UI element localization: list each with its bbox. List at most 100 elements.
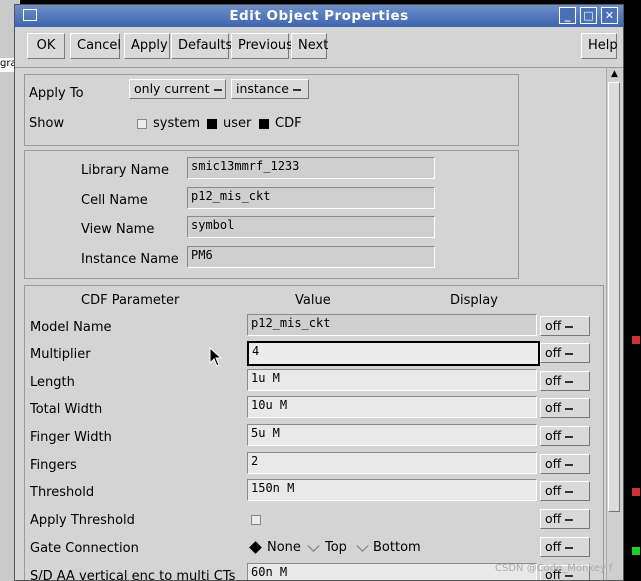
total-width-label: Total Width: [30, 402, 103, 417]
multiplier-display-dropdown[interactable]: off: [540, 343, 590, 363]
form-content: Apply To only current instance Show syst…: [15, 67, 623, 581]
library-name-label: Library Name: [81, 163, 169, 178]
schematic-pin-marker: [632, 488, 640, 496]
identity-group: Library Name smic13mmrf_1233 Cell Name p…: [24, 150, 519, 279]
model-name-display-dropdown[interactable]: off: [540, 316, 590, 336]
cancel-button[interactable]: Cancel: [70, 33, 121, 59]
apply-threshold-display-dropdown[interactable]: off: [540, 509, 590, 529]
fingers-label: Fingers: [30, 458, 77, 473]
gate-connection-label: Gate Connection: [30, 541, 139, 556]
dropdown-indicator-icon: [565, 518, 574, 521]
display-value: off: [545, 345, 562, 360]
fingers-display-dropdown[interactable]: off: [540, 454, 590, 474]
show-cdf-checkbox[interactable]: [259, 119, 269, 129]
minimize-button[interactable]: _: [559, 7, 576, 24]
cdf-parameter-header: CDF Parameter: [81, 293, 180, 308]
multiplier-field[interactable]: 4: [247, 341, 540, 366]
display-value: off: [545, 483, 562, 498]
finger-width-field[interactable]: 5u M: [247, 424, 537, 446]
edit-object-properties-dialog: Edit Object Properties _ □ ✕ OK Cancel A…: [14, 4, 624, 581]
previous-button[interactable]: Previous: [231, 33, 293, 59]
dropdown-indicator-icon: [565, 325, 574, 328]
dropdown-indicator-icon: [565, 546, 574, 549]
sd-aa-vertical-enc-label: S/D AA vertical enc to multi CTs: [30, 569, 236, 581]
gate-bottom-label: Bottom: [373, 540, 421, 555]
apply-target-value: instance: [236, 81, 289, 96]
total-width-display-dropdown[interactable]: off: [540, 398, 590, 418]
dropdown-indicator-icon: [565, 574, 574, 577]
dropdown-indicator-icon: [565, 463, 574, 466]
instance-name-label: Instance Name: [81, 252, 179, 267]
sd-aa-vertical-enc-field[interactable]: 60n M: [247, 563, 537, 580]
dropdown-indicator-icon: [565, 352, 574, 355]
mouse-pointer-icon: [209, 347, 223, 367]
gate-connection-display-dropdown[interactable]: off: [540, 537, 590, 557]
dropdown-indicator-icon: [213, 88, 222, 91]
show-user-checkbox[interactable]: [207, 119, 217, 129]
apply-button[interactable]: Apply: [124, 33, 170, 59]
display-value: off: [545, 373, 562, 388]
length-display-dropdown[interactable]: off: [540, 371, 590, 391]
apply-scope-value: only current: [134, 81, 210, 96]
show-system-checkbox[interactable]: [137, 119, 147, 129]
dropdown-indicator-icon: [565, 407, 574, 410]
toolbar: OK Cancel Apply Defaults Previous Next H…: [15, 29, 623, 65]
finger-width-display-dropdown[interactable]: off: [540, 426, 590, 446]
apply-threshold-label: Apply Threshold: [30, 513, 135, 528]
maximize-button[interactable]: □: [580, 7, 597, 24]
total-width-field[interactable]: 10u M: [247, 396, 537, 418]
apply-scope-dropdown[interactable]: only current: [129, 79, 226, 99]
vertical-scrollbar[interactable]: ▲: [606, 68, 622, 580]
schematic-pin-marker: [632, 547, 640, 555]
show-cdf-label: CDF: [275, 116, 302, 131]
gate-top-radio[interactable]: [307, 539, 320, 552]
window-title: Edit Object Properties: [229, 8, 409, 24]
length-field[interactable]: 1u M: [247, 369, 537, 391]
title-bar[interactable]: Edit Object Properties _ □ ✕: [15, 5, 623, 27]
display-value: off: [545, 456, 562, 471]
gate-none-radio[interactable]: [249, 541, 262, 554]
multiplier-label: Multiplier: [30, 347, 91, 362]
view-name-label: View Name: [81, 222, 155, 237]
apply-to-label: Apply To: [29, 86, 84, 101]
close-button[interactable]: ✕: [601, 7, 618, 24]
view-name-field[interactable]: symbol: [187, 216, 435, 238]
gate-none-label: None: [267, 540, 301, 555]
cell-name-label: Cell Name: [81, 193, 148, 208]
ok-button[interactable]: OK: [27, 33, 65, 59]
fingers-field[interactable]: 2: [247, 452, 537, 474]
show-system-label: system: [153, 116, 200, 131]
threshold-display-dropdown[interactable]: off: [540, 481, 590, 501]
model-name-field[interactable]: p12_mis_ckt: [247, 314, 537, 336]
schematic-pin-marker: [632, 336, 640, 344]
threshold-label: Threshold: [30, 485, 95, 500]
library-name-field[interactable]: smic13mmrf_1233: [187, 157, 435, 179]
display-value: off: [545, 318, 562, 333]
defaults-button[interactable]: Defaults: [171, 33, 232, 59]
apply-threshold-checkbox[interactable]: [251, 515, 261, 525]
threshold-field[interactable]: 150n M: [247, 479, 537, 501]
cell-name-field[interactable]: p12_mis_ckt: [187, 187, 435, 209]
cdf-parameter-group: CDF Parameter Value Display Model Name p…: [24, 285, 604, 581]
dropdown-indicator-icon: [565, 380, 574, 383]
apply-target-dropdown[interactable]: instance: [231, 79, 309, 99]
display-value: off: [545, 511, 562, 526]
length-label: Length: [30, 375, 75, 390]
scroll-thumb[interactable]: [608, 82, 620, 512]
help-button[interactable]: Help: [581, 33, 618, 59]
show-label: Show: [29, 116, 65, 131]
instance-name-field[interactable]: PM6: [187, 246, 435, 268]
scroll-up-arrow-icon[interactable]: ▲: [607, 68, 622, 80]
display-value: off: [545, 428, 562, 443]
next-button[interactable]: Next: [291, 33, 328, 59]
dropdown-indicator-icon: [565, 435, 574, 438]
dropdown-indicator-icon: [292, 88, 301, 91]
model-name-label: Model Name: [30, 320, 112, 335]
gate-bottom-radio[interactable]: [356, 539, 369, 552]
dropdown-indicator-icon: [565, 490, 574, 493]
window-menu-icon[interactable]: [23, 9, 37, 21]
background-schematic-strip: [622, 0, 641, 581]
display-value: off: [545, 539, 562, 554]
apply-to-group: Apply To only current instance Show syst…: [24, 74, 519, 146]
show-user-label: user: [223, 116, 252, 131]
